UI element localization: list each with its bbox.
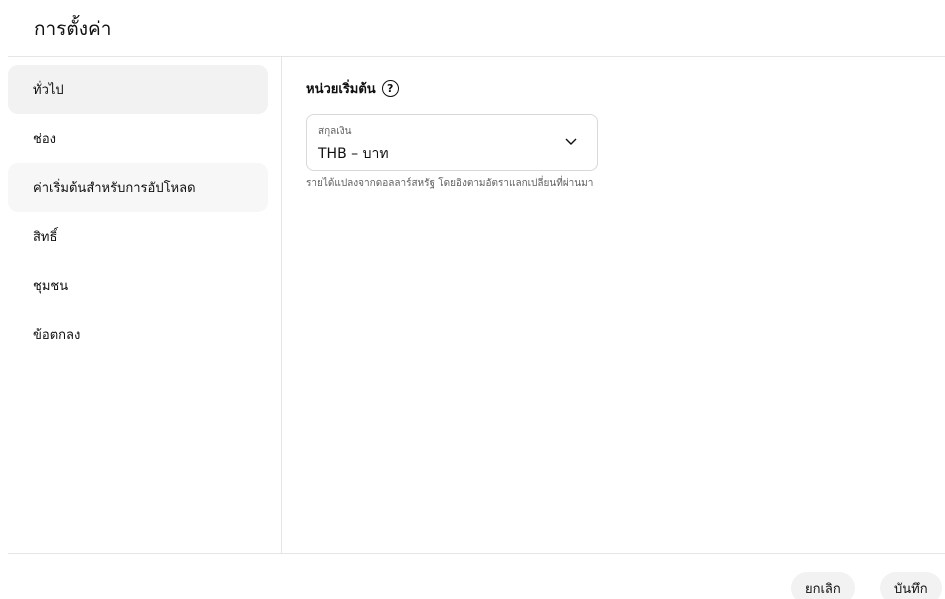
currency-select[interactable]: สกุลเงิน THB – บาท: [306, 114, 598, 171]
settings-sidebar: ทั่วไป ช่อง ค่าเริ่มต้นสำหรับการอัปโหลด …: [8, 57, 282, 553]
sidebar-item-agreements[interactable]: ข้อตกลง: [8, 310, 268, 359]
settings-content: หน่วยเริ่มต้น ? สกุลเงิน THB – บาท รายได…: [306, 57, 945, 553]
sidebar-item-upload-defaults[interactable]: ค่าเริ่มต้นสำหรับการอัปโหลด: [8, 163, 268, 212]
save-button[interactable]: บันทึก: [880, 572, 942, 599]
sidebar-item-channel[interactable]: ช่อง: [8, 114, 268, 163]
currency-label: สกุลเงิน: [318, 126, 352, 137]
section-title: หน่วยเริ่มต้น: [306, 82, 376, 97]
sidebar-nav: ทั่วไป ช่อง ค่าเริ่มต้นสำหรับการอัปโหลด …: [8, 57, 281, 359]
currency-value: THB – บาท: [318, 146, 389, 162]
chevron-down-icon: [565, 138, 577, 145]
dialog-title: การตั้งค่า: [34, 18, 112, 40]
currency-helper-text: รายได้แปลงจากดอลลาร์สหรัฐ โดยอิงตามอัตรา…: [306, 178, 594, 189]
sidebar-item-community[interactable]: ชุมชน: [8, 261, 268, 310]
sidebar-item-general[interactable]: ทั่วไป: [8, 65, 268, 114]
cancel-button[interactable]: ยกเลิก: [791, 572, 855, 599]
help-icon[interactable]: ?: [381, 80, 399, 97]
section-heading: หน่วยเริ่มต้น ?: [306, 78, 399, 99]
sidebar-item-permissions[interactable]: สิทธิ์: [8, 212, 268, 261]
settings-dialog: การตั้งค่า ทั่วไป ช่อง ค่าเริ่มต้นสำหรับ…: [0, 0, 945, 599]
footer-divider: [8, 553, 945, 554]
